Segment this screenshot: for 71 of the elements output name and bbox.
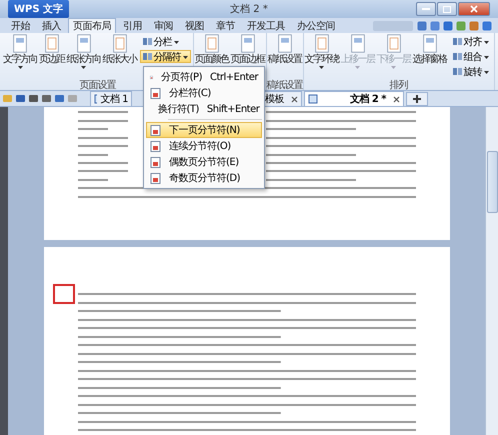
caret-icon xyxy=(484,40,488,44)
page-icon xyxy=(422,34,438,53)
group-label: 页面设置 xyxy=(79,78,116,90)
document-text-drawing xyxy=(78,111,128,181)
scrollbar[interactable] xyxy=(485,107,498,435)
ribbon-tab[interactable]: 开发工具 xyxy=(242,18,290,33)
menu-item[interactable]: 偶数页分节符(E) xyxy=(146,154,262,170)
ribbon-small-button[interactable]: 分栏 xyxy=(140,35,190,48)
maximize-button[interactable] xyxy=(437,2,457,16)
close-button[interactable] xyxy=(458,2,490,16)
quick-access-icon[interactable] xyxy=(41,93,52,104)
page-icon xyxy=(204,34,220,53)
ribbon-small-button[interactable]: 分隔符 xyxy=(140,50,190,63)
quick-access-icon[interactable] xyxy=(15,93,26,104)
ribbon-button[interactable]: 文字环绕 xyxy=(304,33,340,78)
layout-icon xyxy=(452,67,462,76)
ribbon-small-button[interactable]: 对齐 xyxy=(450,35,492,48)
page-icon xyxy=(350,34,366,53)
menu-item[interactable]: 分页符(P) Ctrl+Enter xyxy=(146,69,262,85)
ribbon-button[interactable]: 选择窗格 xyxy=(412,33,448,78)
layout-icon xyxy=(142,37,152,46)
ribbon-button[interactable]: 页边距 xyxy=(38,33,66,78)
app-menu-button[interactable]: WPS 文字 xyxy=(8,0,70,18)
page-icon xyxy=(240,34,256,53)
ribbon-tab[interactable]: 审阅 xyxy=(149,18,178,33)
page-icon xyxy=(314,34,330,53)
layout-icon xyxy=(142,52,152,61)
ribbon-tab[interactable]: 办公空间 xyxy=(292,18,340,33)
caret-icon xyxy=(484,56,488,58)
page-icon xyxy=(276,34,292,53)
window-title: 文档 2 * xyxy=(230,2,268,16)
ribbon-tab[interactable]: 引用 xyxy=(118,18,147,33)
minimize-button[interactable] xyxy=(416,2,436,16)
document-tab[interactable]: 文档 2 * xyxy=(304,91,404,106)
group-label: 排列 xyxy=(390,78,408,90)
document-tab[interactable]: 文档 1 xyxy=(90,91,132,106)
ribbon-tab[interactable]: 章节 xyxy=(211,18,240,33)
ribbon-button[interactable]: 文字方向 xyxy=(2,33,38,78)
ribbon-button[interactable]: 稿纸设置 xyxy=(266,33,302,78)
minimize-icon xyxy=(422,8,430,10)
maximize-icon xyxy=(443,6,451,12)
page-icon xyxy=(112,34,128,53)
menu-item[interactable]: 奇数页分节符(D) xyxy=(146,170,262,186)
page-icon xyxy=(76,34,92,53)
ribbon-button[interactable]: 纸张大小 xyxy=(102,33,138,78)
ribbon-button[interactable]: 纸张方向 xyxy=(66,33,102,78)
layout-icon xyxy=(452,37,462,46)
menu-item[interactable]: 连续分节符(O) xyxy=(146,138,262,154)
caret-icon xyxy=(484,70,488,74)
close-icon xyxy=(470,5,478,13)
ribbon-tab[interactable]: 视图 xyxy=(180,18,209,33)
quick-access-icon[interactable] xyxy=(28,93,39,104)
highlight-frame xyxy=(52,284,74,304)
layout-icon xyxy=(452,52,462,61)
close-icon[interactable] xyxy=(291,96,298,102)
quick-access-icon[interactable] xyxy=(54,93,65,104)
page-icon xyxy=(12,34,28,53)
page-icon xyxy=(44,34,60,53)
plus-icon xyxy=(413,94,421,102)
menu-item[interactable]: 下一页分节符(N) xyxy=(146,122,262,138)
ribbon-tab[interactable]: 页面布局 xyxy=(68,18,116,33)
ribbon-small-button[interactable]: 旋转 xyxy=(450,65,492,78)
caret-icon xyxy=(174,40,178,44)
group-label: 稿纸设置 xyxy=(266,78,302,90)
close-icon[interactable] xyxy=(393,96,400,102)
new-tab-button[interactable] xyxy=(406,92,428,106)
caret-icon xyxy=(182,56,188,58)
ribbon-small-button[interactable]: 组合 xyxy=(450,50,492,63)
ribbon-tab[interactable]: 插入 xyxy=(37,18,66,33)
page-icon xyxy=(386,34,402,53)
ribbon-tab[interactable]: 开始 xyxy=(6,18,35,33)
